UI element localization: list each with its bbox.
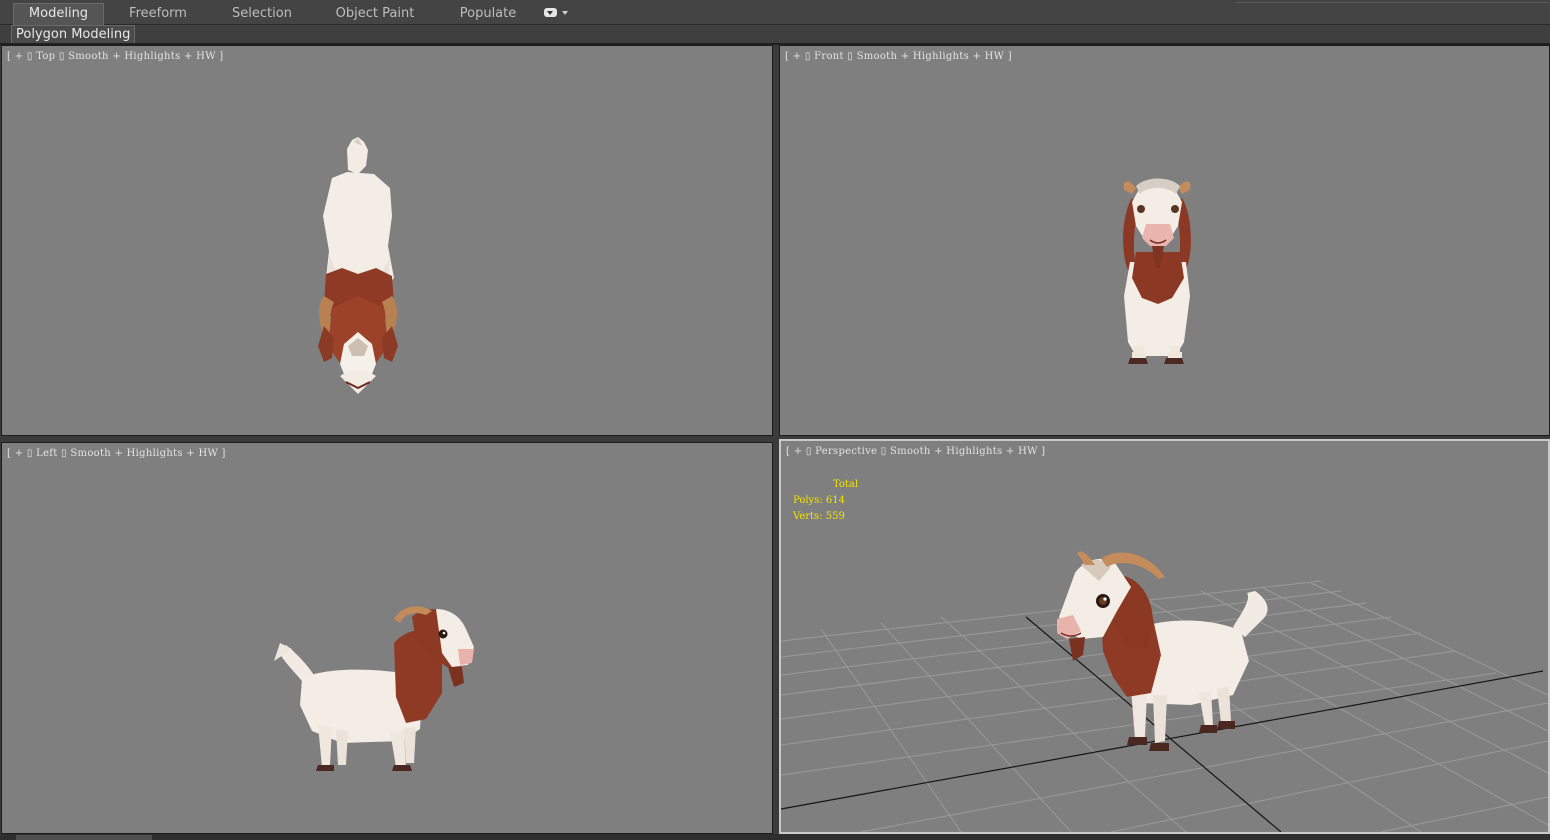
ribbon-tab-bar: Modeling Freeform Selection Object Paint…	[0, 0, 1550, 25]
tab-populate[interactable]: Populate	[450, 4, 526, 24]
goat-model-perspective	[1057, 551, 1268, 751]
perspective-scene[interactable]	[781, 441, 1548, 832]
tab-modeling[interactable]: Modeling	[13, 3, 104, 25]
viewport-left[interactable]: [ + ▯ Left ▯ Smooth + Highlights + HW ]	[1, 442, 773, 834]
status-bar-edge	[0, 834, 1550, 840]
viewport-perspective[interactable]: [ + ▯ Perspective ▯ Smooth + Highlights …	[779, 439, 1550, 834]
viewport-front[interactable]: [ + ▯ Front ▯ Smooth + Highlights + HW ]	[779, 45, 1550, 436]
ribbon-divider	[1236, 2, 1550, 3]
ribbon-panel-bar: Polygon Modeling	[0, 25, 1550, 44]
time-slider-track[interactable]	[16, 835, 152, 840]
ribbon-toggle-icon	[544, 8, 557, 17]
viewport-top[interactable]: [ + ▯ Top ▯ Smooth + Highlights + HW ]	[1, 45, 773, 436]
tab-selection[interactable]: Selection	[222, 4, 302, 24]
chevron-down-icon	[562, 11, 568, 15]
tab-object-paint[interactable]: Object Paint	[330, 4, 420, 24]
ribbon-options-dropdown[interactable]	[544, 7, 570, 19]
polygon-modeling-button[interactable]: Polygon Modeling	[11, 25, 136, 44]
goat-model-left-view[interactable]	[2, 443, 773, 834]
goat-model-top-view[interactable]	[2, 46, 773, 436]
tab-freeform[interactable]: Freeform	[118, 4, 198, 24]
goat-model-front-view[interactable]	[780, 46, 1550, 436]
